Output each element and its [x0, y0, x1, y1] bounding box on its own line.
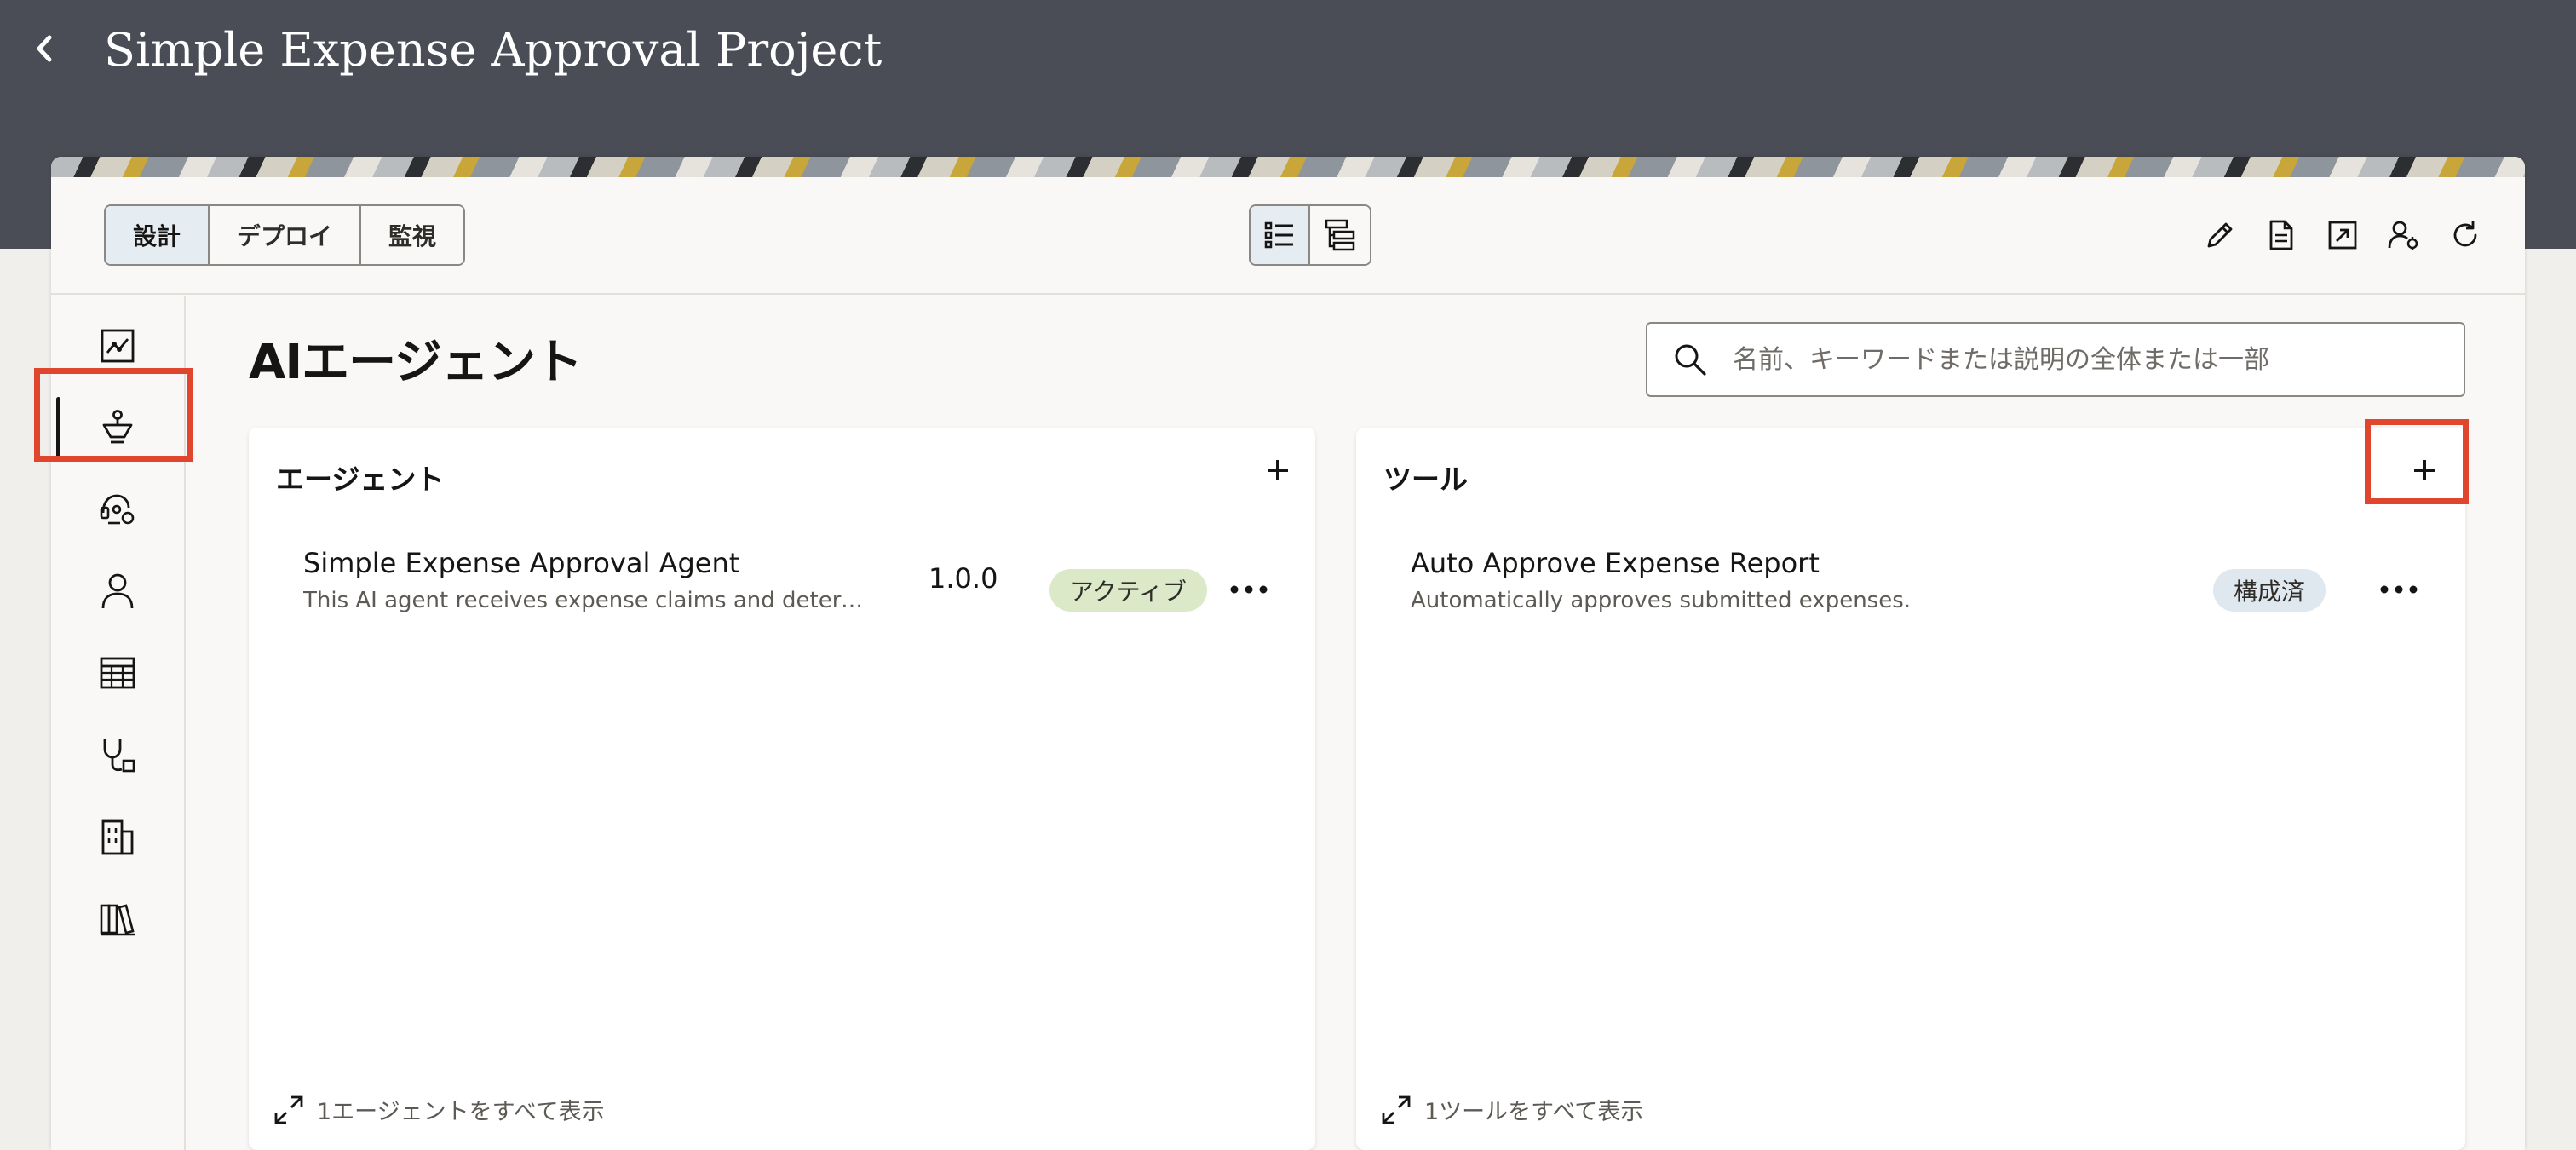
- building-icon: [101, 819, 134, 855]
- agent-tool-icon: [100, 494, 135, 525]
- list-view-icon: [1264, 221, 1293, 249]
- table-icon: [100, 657, 135, 689]
- more-horizontal-icon: [1230, 585, 1268, 594]
- person-icon: [101, 573, 134, 609]
- refresh-button[interactable]: [2447, 210, 2484, 261]
- search-icon: [1675, 344, 1706, 376]
- tab-design[interactable]: 設計: [106, 206, 210, 264]
- view-all-agents-link[interactable]: 1エージェントをすべて表示: [273, 1093, 605, 1126]
- left-nav: [51, 296, 186, 1150]
- search-icon-wrap: [1647, 324, 1733, 395]
- expand-icon: [274, 1095, 303, 1124]
- nav-item-tables[interactable]: [51, 632, 184, 714]
- toolbar: 設計 デプロイ 監視: [51, 177, 2525, 295]
- process-icon: [101, 329, 135, 363]
- add-agent-button[interactable]: [1251, 443, 1305, 497]
- more-options-button[interactable]: [1223, 566, 1274, 613]
- agents-panel: エージェント Simple Expense Approval Agent Thi…: [249, 428, 1315, 1150]
- status-badge: アクティブ: [1049, 569, 1207, 612]
- refresh-icon: [2453, 221, 2477, 247]
- view-all-tools-link[interactable]: 1ツールをすべて表示: [1380, 1093, 1643, 1126]
- view-all-agents-label: 1エージェントをすべて表示: [317, 1099, 605, 1125]
- toolbar-actions: [2201, 210, 2484, 261]
- agent-description: This AI agent receives expense claims an…: [303, 588, 883, 613]
- decorative-banner: [51, 157, 2525, 177]
- nav-item-ai-agents[interactable]: [51, 387, 184, 469]
- tools-panel: ツール Auto Approve Expense Report Automati…: [1356, 428, 2465, 1150]
- status-badge: 構成済: [2213, 569, 2326, 612]
- tab-deploy[interactable]: デプロイ: [210, 206, 362, 264]
- more-horizontal-icon: [2380, 585, 2418, 594]
- list-item[interactable]: Auto Approve Expense Report Automaticall…: [1411, 547, 2465, 641]
- tab-monitor[interactable]: 監視: [361, 206, 464, 264]
- export-icon: [2328, 221, 2357, 250]
- search-box[interactable]: [1646, 322, 2465, 397]
- add-tool-button[interactable]: [2397, 443, 2452, 497]
- page-title: Simple Expense Approval Project: [104, 23, 883, 77]
- search-input[interactable]: [1733, 324, 2464, 395]
- nav-item-health[interactable]: [51, 714, 184, 796]
- user-settings-button[interactable]: [2385, 210, 2423, 261]
- tool-description: Automatically approves submitted expense…: [1411, 588, 1912, 613]
- edit-pencil-icon: [2207, 222, 2233, 248]
- back-button[interactable]: [22, 24, 66, 73]
- document-icon: [2269, 220, 2293, 250]
- view-toggle: [1249, 204, 1371, 266]
- nav-item-process[interactable]: [51, 305, 184, 387]
- agent-version: 1.0.0: [929, 562, 998, 595]
- tool-name: Auto Approve Expense Report: [1411, 547, 1820, 579]
- library-icon: [100, 904, 135, 936]
- nav-item-agent-tools[interactable]: [51, 469, 184, 550]
- mode-tabs: 設計 デプロイ 監視: [104, 204, 466, 266]
- agents-panel-title: エージェント: [276, 463, 445, 496]
- tools-panel-title: ツール: [1383, 463, 1468, 496]
- document-button[interactable]: [2263, 210, 2300, 261]
- export-button[interactable]: [2324, 210, 2361, 261]
- view-all-tools-label: 1ツールをすべて表示: [1424, 1099, 1644, 1125]
- project-card: 設計 デプロイ 監視 AIエージェント 名前、キーワードまたは説明の全体または一…: [51, 157, 2525, 1150]
- list-item[interactable]: Simple Expense Approval Agent This AI ag…: [303, 547, 1315, 641]
- nav-item-library[interactable]: [51, 877, 184, 959]
- user-settings-icon: [2388, 221, 2418, 250]
- nav-item-people[interactable]: [51, 550, 184, 632]
- hierarchy-view-icon: [1325, 219, 1355, 251]
- chevron-left-icon: [37, 35, 52, 62]
- stethoscope-icon: [103, 739, 135, 773]
- plus-icon: [2414, 460, 2435, 480]
- nav-item-organization[interactable]: [51, 796, 184, 877]
- edit-button[interactable]: [2201, 210, 2239, 261]
- list-view-button[interactable]: [1251, 206, 1310, 264]
- section-title: AIエージェント: [249, 335, 583, 390]
- agent-name: Simple Expense Approval Agent: [303, 547, 740, 579]
- ai-agent-icon: [102, 410, 133, 444]
- expand-icon: [1382, 1095, 1411, 1124]
- hierarchy-view-button[interactable]: [1310, 206, 1370, 264]
- more-options-button[interactable]: [2373, 566, 2424, 613]
- plus-icon: [1268, 460, 1288, 480]
